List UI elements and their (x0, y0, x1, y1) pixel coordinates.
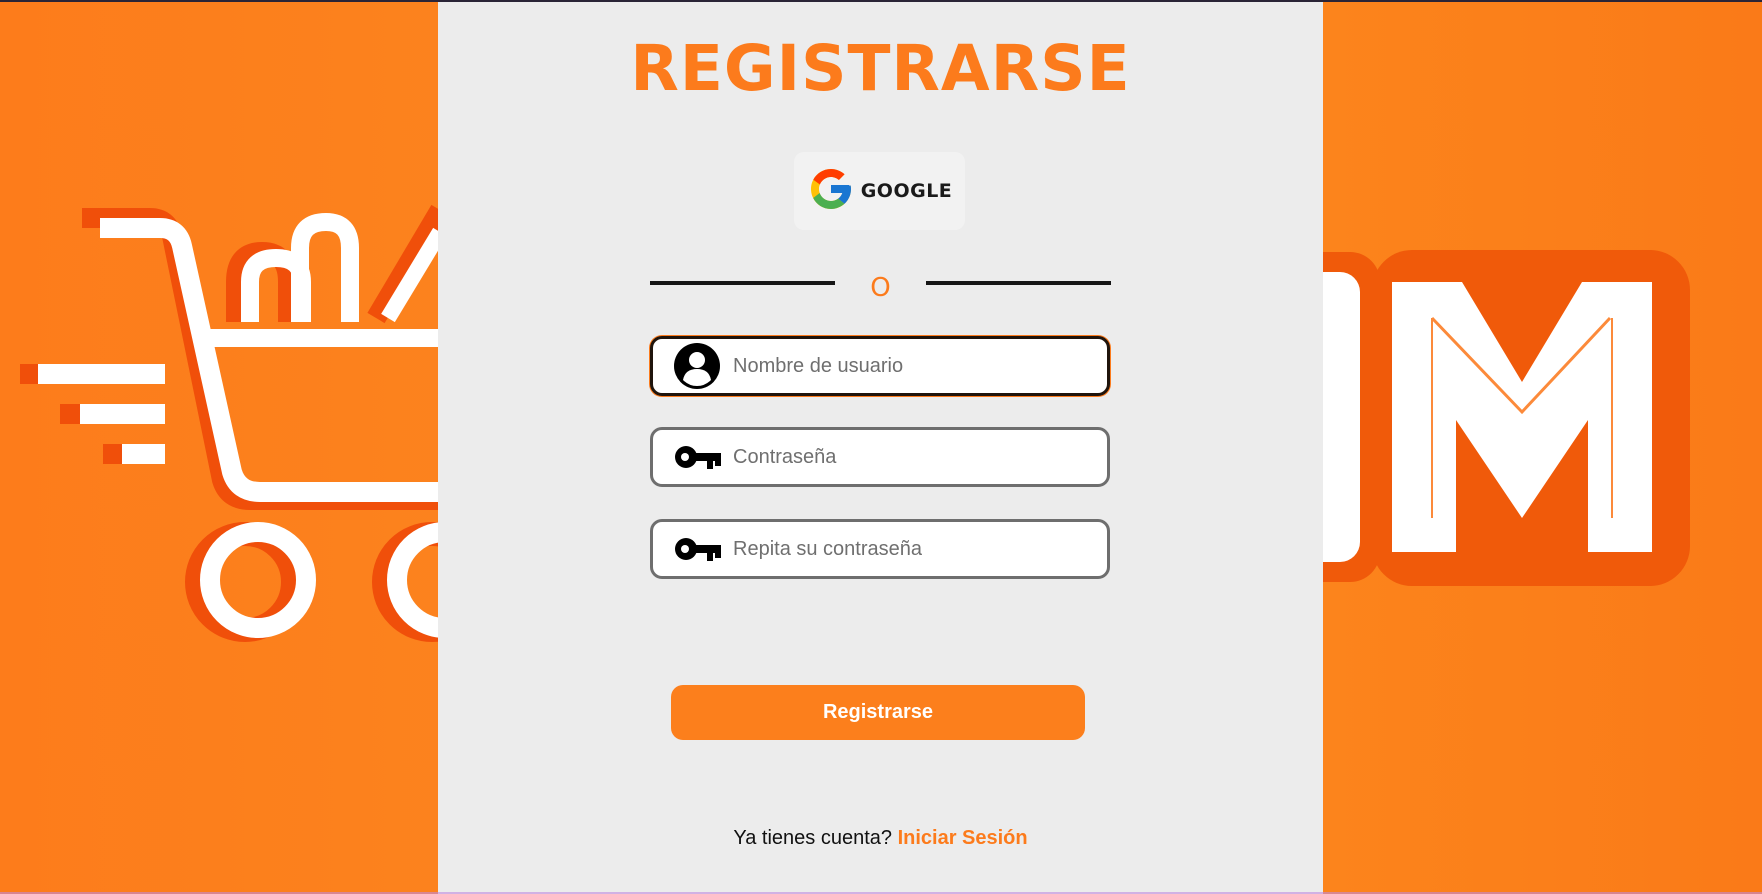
brand-letters-graphic (1290, 250, 1690, 586)
shopping-cart-icon (20, 204, 503, 642)
user-icon (673, 342, 721, 390)
divider-line-right (926, 281, 1111, 285)
google-icon (807, 165, 855, 218)
login-link[interactable]: Iniciar Sesión (898, 827, 1028, 849)
google-button-label: GOOGLE (860, 180, 953, 202)
login-prompt-row: Ya tienes cuenta? Iniciar Sesión (438, 827, 1323, 850)
key-icon (673, 433, 721, 481)
password-input[interactable] (733, 437, 1093, 477)
register-panel: REGISTRARSE GOOGLE O Nombre de usuario R… (438, 2, 1323, 894)
register-button[interactable]: Registrarse (671, 685, 1085, 740)
google-signin-button[interactable]: GOOGLE (794, 152, 965, 230)
repeat-password-input[interactable] (733, 529, 1093, 569)
username-field[interactable] (650, 336, 1110, 396)
login-prompt-text: Ya tienes cuenta? (733, 827, 892, 849)
repeat-password-field[interactable] (650, 519, 1110, 579)
key-icon (673, 525, 721, 573)
divider-line-left (650, 281, 835, 285)
page-title: REGISTRARSE (630, 32, 1131, 105)
password-field[interactable] (650, 427, 1110, 487)
username-input[interactable] (733, 346, 1093, 386)
divider-or-text: O (870, 273, 891, 303)
